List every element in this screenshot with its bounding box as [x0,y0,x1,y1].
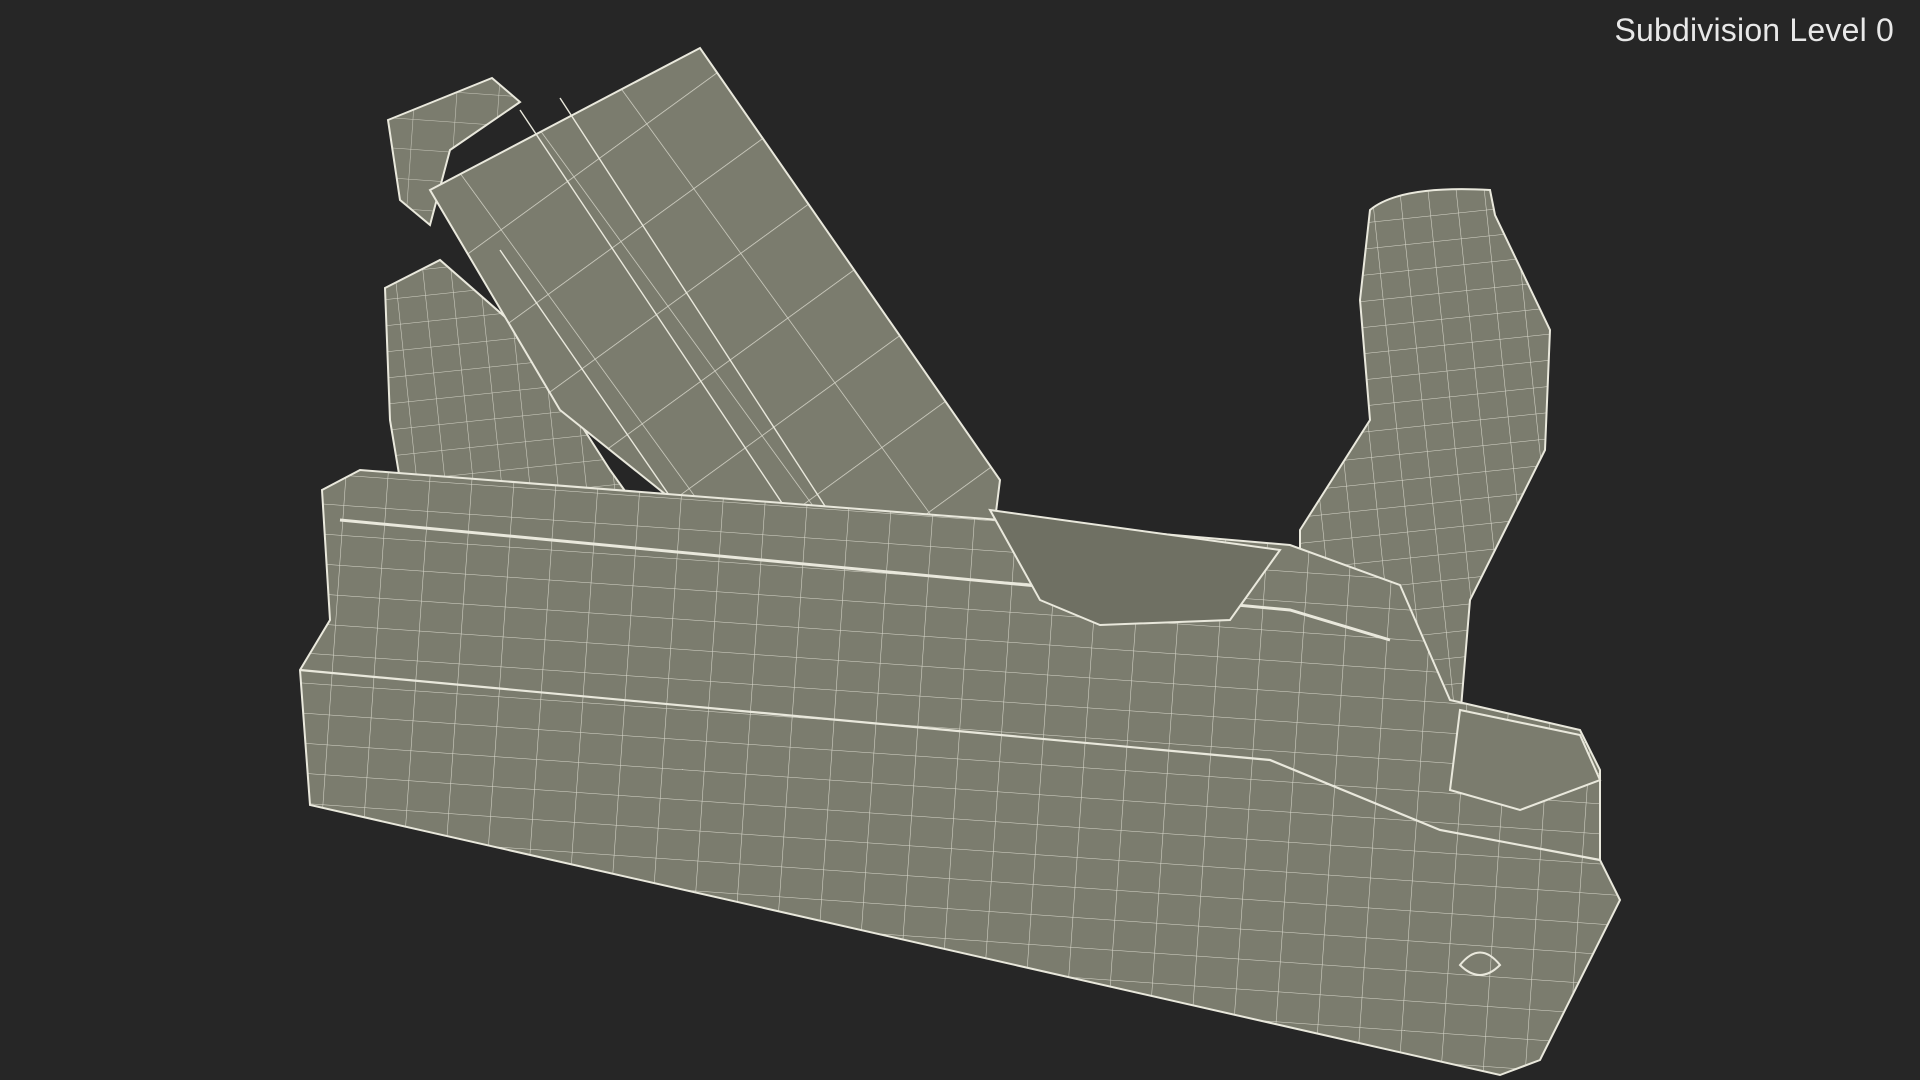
hand-plane-model [298,46,1622,1077]
3d-viewport[interactable]: Subdivision Level 0 [0,0,1920,1080]
